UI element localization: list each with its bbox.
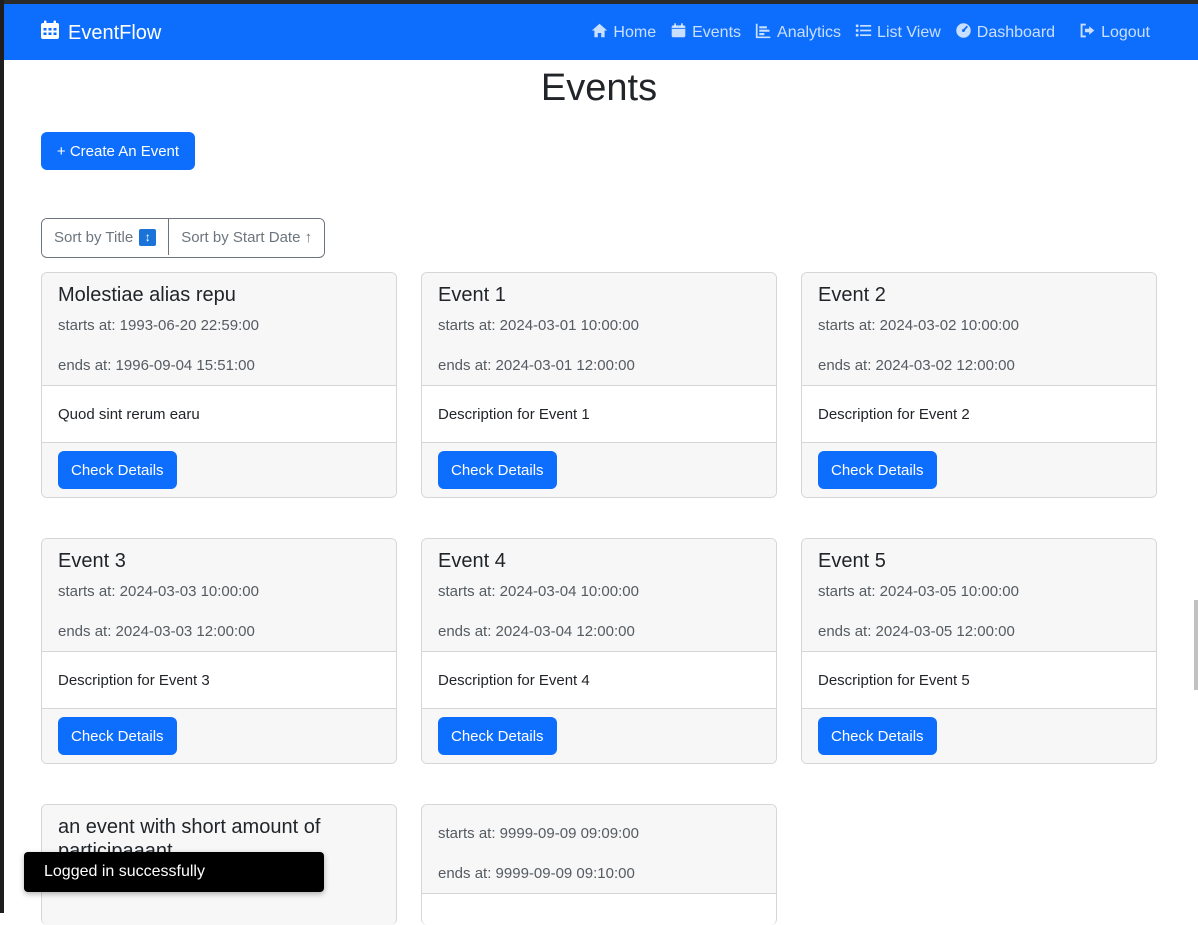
gauge-icon [955, 22, 972, 44]
event-card: Event 5 starts at: 2024-03-05 10:00:00 e… [801, 538, 1157, 764]
event-card-header: Event 3 starts at: 2024-03-03 10:00:00 e… [42, 539, 396, 652]
event-title: Event 4 [438, 550, 506, 572]
event-card: starts at: 9999-09-09 09:09:00 ends at: … [421, 804, 777, 925]
event-card-footer: Check Details [422, 709, 776, 763]
event-card-header: Event 2 starts at: 2024-03-02 10:00:00 e… [802, 273, 1156, 386]
nav-dashboard[interactable]: Dashboard [955, 22, 1055, 44]
calendar-icon [670, 22, 687, 44]
sort-by-title-button[interactable]: Sort by Title ↕ [42, 219, 169, 255]
event-start-time: starts at: 9999-09-09 09:09:00 [438, 825, 639, 842]
event-start-time: starts at: 2024-03-03 10:00:00 [58, 583, 259, 600]
event-start-time: starts at: 1993-06-20 22:59:00 [58, 317, 259, 334]
event-description: Description for Event 1 [422, 386, 776, 443]
nav-logout[interactable]: Logout [1079, 22, 1150, 44]
event-end-time: ends at: 2024-03-02 12:00:00 [818, 357, 1015, 374]
event-end-time: ends at: 2024-03-05 12:00:00 [818, 623, 1015, 640]
sort-by-title-label: Sort by Title [54, 228, 134, 246]
event-start-time: starts at: 2024-03-01 10:00:00 [438, 317, 639, 334]
window-frame-left [0, 0, 4, 913]
scrollbar-thumb[interactable] [1194, 600, 1198, 690]
event-end-time: ends at: 2024-03-03 12:00:00 [58, 623, 255, 640]
event-title: Event 3 [58, 550, 126, 572]
sort-button-group: Sort by Title ↕ Sort by Start Date ↑ [41, 218, 326, 258]
logout-icon [1079, 22, 1096, 44]
event-card-header: Event 1 starts at: 2024-03-01 10:00:00 e… [422, 273, 776, 386]
event-card-header: starts at: 9999-09-09 09:09:00 ends at: … [422, 805, 776, 894]
brand-name: EventFlow [68, 21, 162, 44]
event-start-time: starts at: 2024-03-05 10:00:00 [818, 583, 1019, 600]
check-details-button[interactable]: Check Details [58, 717, 177, 755]
event-card: Molestiae alias repu starts at: 1993-06-… [41, 272, 397, 498]
top-navbar: EventFlow Home Events Analytics List Vie… [4, 4, 1198, 60]
event-card: Event 3 starts at: 2024-03-03 10:00:00 e… [41, 538, 397, 764]
event-end-time: ends at: 2024-03-01 12:00:00 [438, 357, 635, 374]
event-card: Event 2 starts at: 2024-03-02 10:00:00 e… [801, 272, 1157, 498]
event-card-header: Event 4 starts at: 2024-03-04 10:00:00 e… [422, 539, 776, 652]
nav-events[interactable]: Events [670, 22, 741, 44]
event-title: Event 2 [818, 284, 886, 306]
check-details-button[interactable]: Check Details [818, 451, 937, 489]
event-card-footer: Check Details [42, 443, 396, 497]
login-success-toast: Logged in successfully [24, 852, 324, 892]
event-end-time: ends at: 9999-09-09 09:10:00 [438, 865, 635, 882]
event-card: Event 4 starts at: 2024-03-04 10:00:00 e… [421, 538, 777, 764]
event-card-footer: Check Details [802, 443, 1156, 497]
event-card-header: Event 5 starts at: 2024-03-05 10:00:00 e… [802, 539, 1156, 652]
event-description: Description for Event 5 [802, 652, 1156, 709]
sort-toggle-icon: ↕ [139, 228, 157, 246]
nav-analytics[interactable]: Analytics [755, 22, 841, 44]
sort-by-start-date-button[interactable]: Sort by Start Date ↑ [168, 219, 325, 255]
brand-link[interactable]: EventFlow [40, 20, 161, 46]
list-icon [855, 22, 872, 44]
event-card-header: Molestiae alias repu starts at: 1993-06-… [42, 273, 396, 386]
nav-analytics-label: Analytics [777, 24, 842, 41]
event-description: Description for Event 3 [42, 652, 396, 709]
event-card-footer: Check Details [422, 443, 776, 497]
event-card: Event 1 starts at: 2024-03-01 10:00:00 e… [421, 272, 777, 498]
nav-links: Home Events Analytics List View Dashboar… [577, 20, 1150, 46]
event-title: Molestiae alias repu [58, 284, 236, 306]
nav-list-view[interactable]: List View [855, 22, 941, 44]
calendar-icon [40, 20, 60, 46]
nav-events-label: Events [692, 24, 742, 41]
event-description: Description for Event 4 [422, 652, 776, 709]
event-title: Event 1 [438, 284, 506, 306]
page-title: Events [540, 67, 658, 109]
chart-icon [755, 22, 772, 44]
sort-by-start-date-label: Sort by Start Date ↑ [181, 228, 313, 246]
event-description: Quod sint rerum earu [42, 386, 396, 443]
event-end-time: ends at: 1996-09-04 15:51:00 [58, 357, 255, 374]
event-title: Event 5 [818, 550, 886, 572]
create-event-button[interactable]: + Create An Event [41, 132, 195, 170]
check-details-button[interactable]: Check Details [438, 717, 557, 755]
home-icon [591, 22, 608, 44]
event-end-time: ends at: 2024-03-04 12:00:00 [438, 623, 635, 640]
check-details-button[interactable]: Check Details [58, 451, 177, 489]
nav-home-label: Home [613, 24, 657, 41]
event-card-footer: Check Details [42, 709, 396, 763]
nav-logout-label: Logout [1101, 24, 1150, 41]
event-start-time: starts at: 2024-03-02 10:00:00 [818, 317, 1019, 334]
event-description: Description for Event 2 [802, 386, 1156, 443]
nav-home[interactable]: Home [591, 22, 656, 44]
event-start-time: starts at: 2024-03-04 10:00:00 [438, 583, 639, 600]
event-card-footer: Check Details [802, 709, 1156, 763]
nav-dashboard-label: Dashboard [976, 24, 1056, 41]
check-details-button[interactable]: Check Details [438, 451, 557, 489]
nav-list-view-label: List View [877, 24, 941, 41]
check-details-button[interactable]: Check Details [818, 717, 937, 755]
